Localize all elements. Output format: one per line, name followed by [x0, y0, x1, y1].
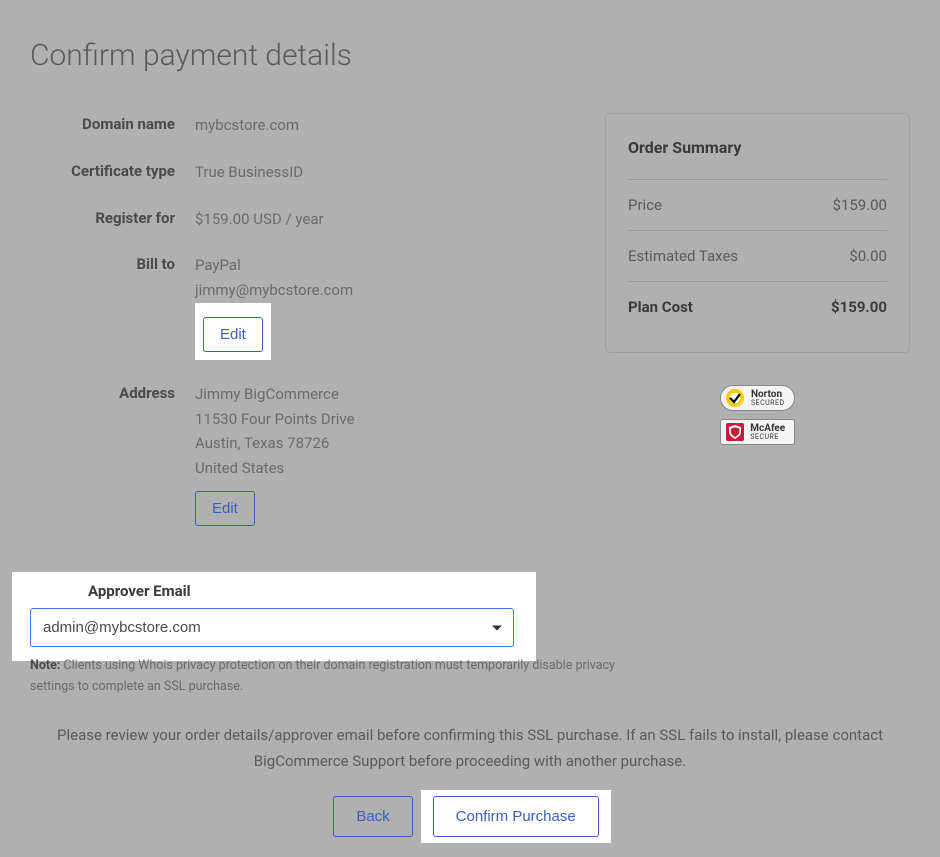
mcafee-secure-badge: McAfee SECURE — [720, 419, 795, 445]
bill-to-label: Bill to — [30, 253, 195, 273]
norton-sub-text: SECURED — [751, 400, 785, 407]
domain-name-label: Domain name — [30, 113, 195, 133]
norton-secured-badge: Norton SECURED — [720, 385, 794, 411]
note-prefix: Note: — [30, 658, 60, 673]
register-for-row: Register for $159.00 USD / year — [30, 207, 565, 232]
summary-total-value: $159.00 — [831, 298, 887, 316]
address-name: Jimmy BigCommerce — [195, 382, 355, 407]
address-line1: 11530 Four Points Drive — [195, 407, 355, 432]
norton-check-icon — [726, 389, 744, 407]
mcafee-sub-text: SECURE — [750, 434, 785, 441]
domain-name-value: mybcstore.com — [195, 113, 299, 138]
address-line2: Austin, Texas 78726 — [195, 431, 355, 456]
page-title: Confirm payment details — [0, 0, 940, 73]
edit-billing-button[interactable]: Edit — [203, 317, 263, 352]
certificate-type-row: Certificate type True BusinessID — [30, 160, 565, 185]
mcafee-shield-icon — [726, 423, 744, 441]
certificate-type-label: Certificate type — [30, 160, 195, 180]
summary-taxes-value: $0.00 — [849, 247, 887, 265]
domain-name-row: Domain name mybcstore.com — [30, 113, 565, 138]
norton-brand-text: Norton — [751, 389, 782, 400]
summary-taxes-label: Estimated Taxes — [628, 247, 738, 265]
certificate-type-value: True BusinessID — [195, 160, 303, 185]
back-button[interactable]: Back — [333, 796, 412, 837]
bill-to-method: PayPal — [195, 253, 353, 278]
order-summary-title: Order Summary — [628, 138, 887, 157]
address-row: Address Jimmy BigCommerce 11530 Four Poi… — [30, 382, 565, 526]
bill-to-email: jimmy@mybcstore.com — [195, 278, 353, 303]
approver-email-label: Approver Email — [88, 582, 518, 600]
edit-address-button[interactable]: Edit — [195, 491, 255, 526]
summary-total-row: Plan Cost $159.00 — [628, 281, 887, 332]
address-label: Address — [30, 382, 195, 402]
note-body: Clients using Whois privacy protection o… — [30, 658, 615, 694]
register-for-value: $159.00 USD / year — [195, 207, 324, 232]
summary-price-label: Price — [628, 196, 662, 214]
summary-price-row: Price $159.00 — [628, 179, 887, 230]
summary-price-value: $159.00 — [832, 196, 887, 214]
approver-email-select[interactable]: admin@mybcstore.com — [30, 608, 514, 647]
approver-email-section: Approver Email admin@mybcstore.com — [12, 572, 536, 661]
register-for-label: Register for — [30, 207, 195, 227]
review-instructions: Please review your order details/approve… — [30, 722, 910, 775]
confirm-purchase-button[interactable]: Confirm Purchase — [433, 796, 599, 837]
summary-taxes-row: Estimated Taxes $0.00 — [628, 230, 887, 281]
bill-to-row: Bill to PayPal jimmy@mybcstore.com Edit — [30, 253, 565, 360]
summary-total-label: Plan Cost — [628, 298, 693, 316]
order-summary-panel: Order Summary Price $159.00 Estimated Ta… — [605, 113, 910, 353]
address-country: United States — [195, 456, 355, 481]
whois-note: Note: Clients using Whois privacy protec… — [30, 655, 630, 698]
mcafee-brand-text: McAfee — [750, 423, 785, 434]
